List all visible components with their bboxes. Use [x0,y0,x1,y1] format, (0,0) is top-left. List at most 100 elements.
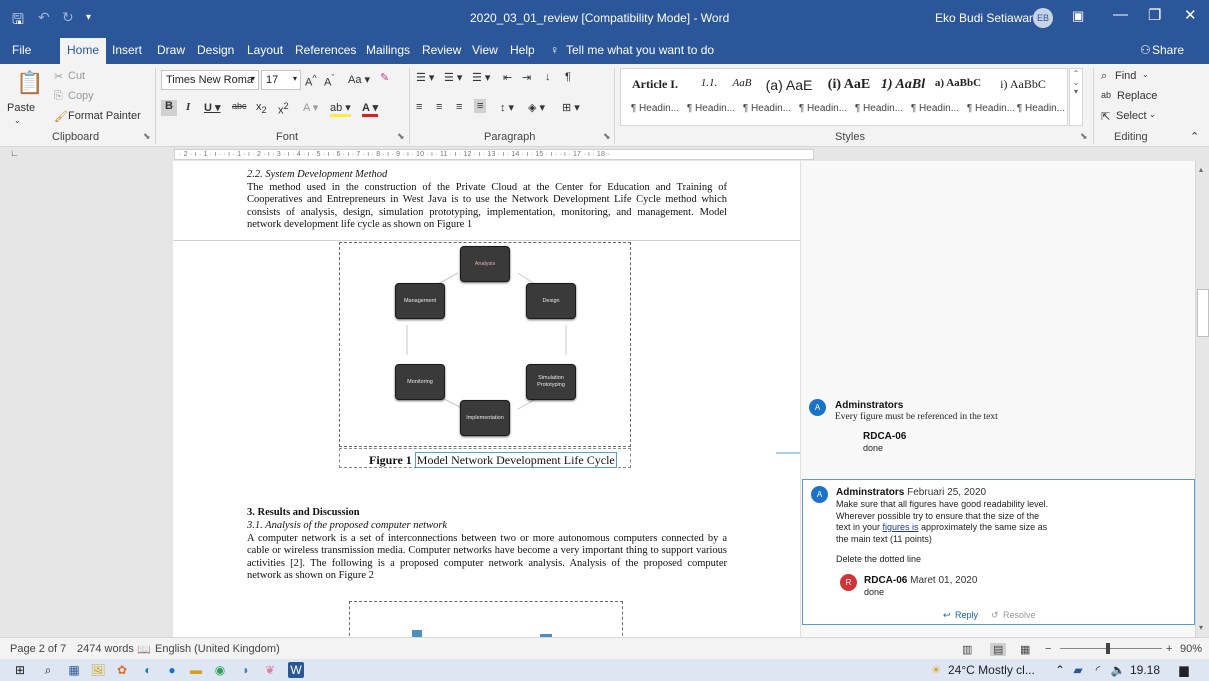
text-effects-icon[interactable]: A ▾ [303,101,318,114]
edge-icon[interactable]: ◐ [140,662,156,678]
highlight-color-icon[interactable]: ab ▾ [330,101,351,117]
show-hidden-icons-icon[interactable]: ⌃ [1052,662,1068,678]
styles-launcher-icon[interactable]: ⬊ [1080,131,1088,142]
figure-2-frame[interactable] [349,601,623,637]
bullets-icon[interactable]: ☰ ▾ [416,71,434,84]
undo-icon[interactable]: ↶ [38,9,50,26]
scroll-thumb[interactable] [1197,289,1209,337]
tell-me-search[interactable]: Tell me what you want to do [566,43,714,57]
tab-layout[interactable]: Layout [247,43,283,57]
customize-qat-icon[interactable]: ▾ [86,12,91,23]
redo-icon[interactable]: ↻ [62,9,74,26]
select-icon[interactable]: ⇱ [1101,110,1110,123]
find-button[interactable]: Find [1115,70,1136,82]
vertical-scrollbar[interactable]: ▴ ▾ [1195,161,1209,637]
restore-button[interactable]: ❐ [1148,6,1161,24]
bold-button[interactable]: B [161,100,177,116]
tab-view[interactable]: View [472,43,498,57]
style-sample[interactable]: i) AaBbC [991,77,1055,92]
font-size-combo[interactable]: 17 ▾ [261,70,301,90]
close-button[interactable]: ✕ [1184,6,1197,24]
zoom-slider-thumb[interactable] [1106,643,1110,654]
align-left-icon[interactable]: ≡ [416,101,422,113]
find-icon[interactable]: ⌕ [1101,70,1107,83]
align-right-icon[interactable]: ≡ [456,101,462,113]
replace-icon[interactable]: ab [1101,90,1111,100]
tab-help[interactable]: Help [510,43,535,57]
justify-icon[interactable]: ≡ [474,99,487,113]
select-button[interactable]: Select [1116,110,1147,122]
paste-dropdown-icon[interactable]: ⌄ [14,116,21,125]
volume-icon[interactable]: 🔈 [1110,662,1126,678]
style-sample[interactable]: a) AaBbC [926,77,990,89]
borders-icon[interactable]: ⊞ ▾ [562,101,580,114]
tab-selector-icon[interactable]: ∟ [10,148,19,158]
chevron-down-icon[interactable]: ▾ [251,74,255,83]
search-icon[interactable]: ⌕ [40,662,56,678]
photos-icon[interactable]: 🖼 [90,662,106,678]
scroll-down-icon[interactable]: ▾ [1199,623,1203,632]
proofing-icon[interactable]: 📖 [137,643,151,656]
replace-button[interactable]: Replace [1117,90,1157,102]
comment-card-active[interactable]: A Adminstrators Februari 25, 2020 Make s… [802,479,1195,625]
chevron-down-icon[interactable]: ⌄ [1142,70,1149,79]
horizontal-ruler[interactable]: · 2 · ı · 1 · ı · · ı · 1 · ı · 2 · ı · … [174,149,814,160]
tab-references[interactable]: References [295,43,356,57]
format-painter-button[interactable]: Format Painter [68,110,141,122]
tab-review[interactable]: Review [422,43,461,57]
user-avatar[interactable]: EB [1033,8,1053,28]
strikethrough-button[interactable]: abc [232,101,247,111]
clear-formatting-icon[interactable]: ✎ [380,71,389,84]
numbering-icon[interactable]: ☰ ▾ [444,71,462,84]
clipboard-launcher-icon[interactable]: ⬊ [143,131,151,142]
wifi-icon[interactable]: ◜ [1090,662,1106,678]
tab-draw[interactable]: Draw [157,43,185,57]
copy-icon[interactable]: ⎘ [54,90,63,103]
document-page[interactable]: 2.2. System Development Method The metho… [173,161,800,637]
share-button[interactable]: Share [1152,43,1184,57]
chrome-icon[interactable]: ◉ [212,662,228,678]
font-color-icon[interactable]: A ▾ [362,101,379,117]
line-spacing-icon[interactable]: ↕ ▾ [500,101,514,114]
app-icon[interactable]: ❦ [262,662,278,678]
show-marks-icon[interactable]: ¶ [565,71,571,83]
chevron-down-icon[interactable]: ▾ [293,74,297,83]
print-layout-icon[interactable]: ▤ [990,643,1007,656]
subscript-button[interactable]: x2 [256,101,267,115]
shrink-font-icon[interactable]: Aˇ [324,73,334,89]
read-mode-icon[interactable]: ▥ [962,643,972,656]
zoom-level[interactable]: 90% [1180,643,1202,655]
grow-font-icon[interactable]: A^ [305,73,317,89]
shading-icon[interactable]: ◈ ▾ [528,101,545,114]
superscript-button[interactable]: x2 [278,101,289,117]
word-count[interactable]: 2474 words [77,643,134,655]
tab-file[interactable]: File [12,43,31,57]
browser-icon[interactable]: ● [164,662,180,678]
center-icon[interactable]: ≡ [436,101,442,113]
save-icon[interactable]: 🖫 [12,9,24,33]
italic-button[interactable]: I [186,101,190,113]
paste-icon[interactable]: 📋 [16,70,43,96]
tab-design[interactable]: Design [197,43,234,57]
chevron-down-icon[interactable]: ⌄ [1149,110,1156,119]
weather-icon[interactable]: ☀ [928,662,944,678]
tab-insert[interactable]: Insert [112,43,142,57]
cut-button[interactable]: Cut [68,70,85,82]
file-explorer-icon[interactable]: ▬ [188,662,204,678]
reply-icon[interactable]: ↩ [943,610,951,622]
calculator-icon[interactable]: ▦ [66,662,82,678]
increase-indent-icon[interactable]: ⇥ [522,71,531,84]
ribbon-display-options-icon[interactable]: ▣ [1072,8,1084,24]
app-icon[interactable]: ◗ [238,662,254,678]
windows-start-icon[interactable]: ⊞ [12,662,28,678]
word-taskbar-icon[interactable]: W [288,662,304,678]
tray-app-icon[interactable]: ▰ [1070,662,1086,678]
format-painter-icon[interactable]: 🖌 [54,110,68,123]
style-sample[interactable]: (a) AaE [757,77,821,93]
app-icon[interactable]: ✿ [114,662,130,678]
figure-1-frame[interactable]: Analysis Design Simulation Prototyping I… [339,242,631,447]
resolve-icon[interactable]: ↺ [991,610,999,622]
zoom-out-button[interactable]: − [1045,643,1051,655]
page-count[interactable]: Page 2 of 7 [10,643,66,655]
sort-icon[interactable]: ↓ [545,71,551,83]
